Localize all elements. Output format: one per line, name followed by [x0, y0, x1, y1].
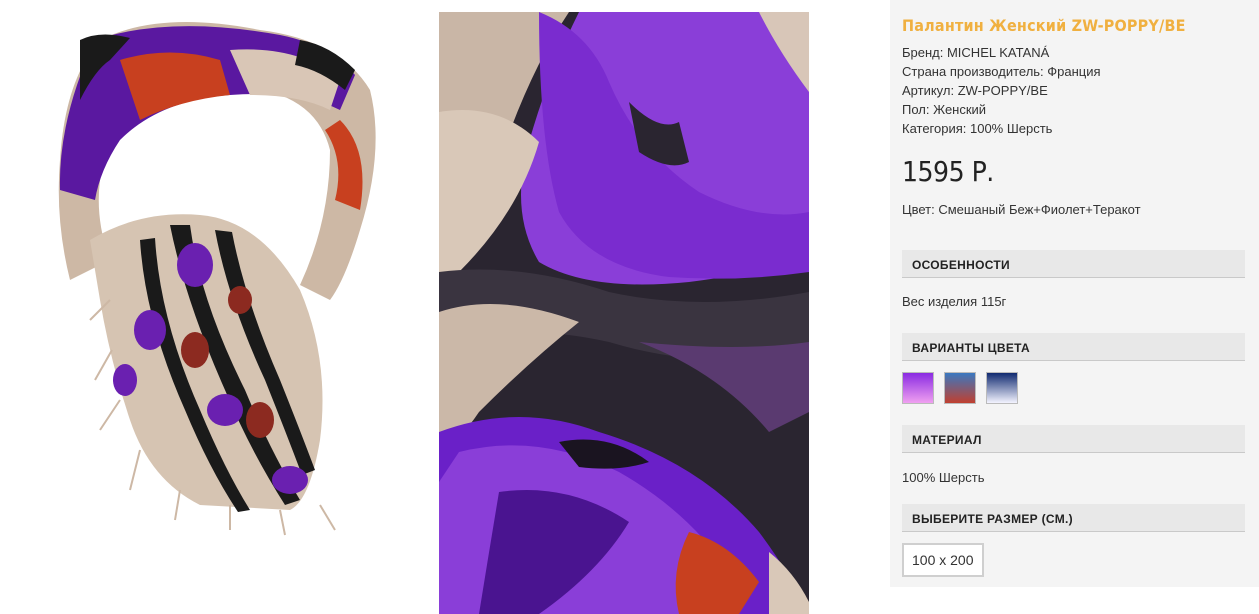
color-swatch-blue-red[interactable]: [944, 372, 976, 404]
product-info-panel: Палантин Женский ZW-POPPY/BE Бренд: MICH…: [890, 0, 1259, 587]
product-color: Цвет: Смешаный Беж+Фиолет+Теракот: [902, 202, 1141, 217]
product-title: Палантин Женский ZW-POPPY/BE: [902, 16, 1186, 35]
features-header: ОСОБЕННОСТИ: [902, 250, 1245, 278]
size-header: ВЫБЕРИТЕ РАЗМЕР (СМ.): [902, 504, 1245, 532]
size-option-button[interactable]: 100 х 200: [902, 543, 984, 577]
spec-country: Страна производитель: Франция: [902, 64, 1101, 79]
color-swatch-purple[interactable]: [902, 372, 934, 404]
product-gallery: [0, 0, 890, 614]
color-swatch-navy-white[interactable]: [986, 372, 1018, 404]
product-photo-detail[interactable]: [439, 12, 809, 614]
spec-gender: Пол: Женский: [902, 102, 987, 117]
product-price: 1595 Р.: [902, 155, 994, 188]
spec-brand: Бренд: MICHEL KATANÁ: [902, 45, 1050, 60]
color-swatches: [902, 372, 1018, 404]
product-photo-main[interactable]: [0, 0, 420, 543]
color-variants-header: ВАРИАНТЫ ЦВЕТА: [902, 333, 1245, 361]
spec-article: Артикул: ZW-POPPY/BE: [902, 83, 1048, 98]
material-text: 100% Шерсть: [902, 470, 985, 485]
spec-category: Категория: 100% Шерсть: [902, 121, 1053, 136]
product-specs: Бренд: MICHEL KATANÁ Страна производител…: [902, 43, 1101, 138]
features-text: Вес изделия 115г: [902, 294, 1007, 309]
material-header: МАТЕРИАЛ: [902, 425, 1245, 453]
